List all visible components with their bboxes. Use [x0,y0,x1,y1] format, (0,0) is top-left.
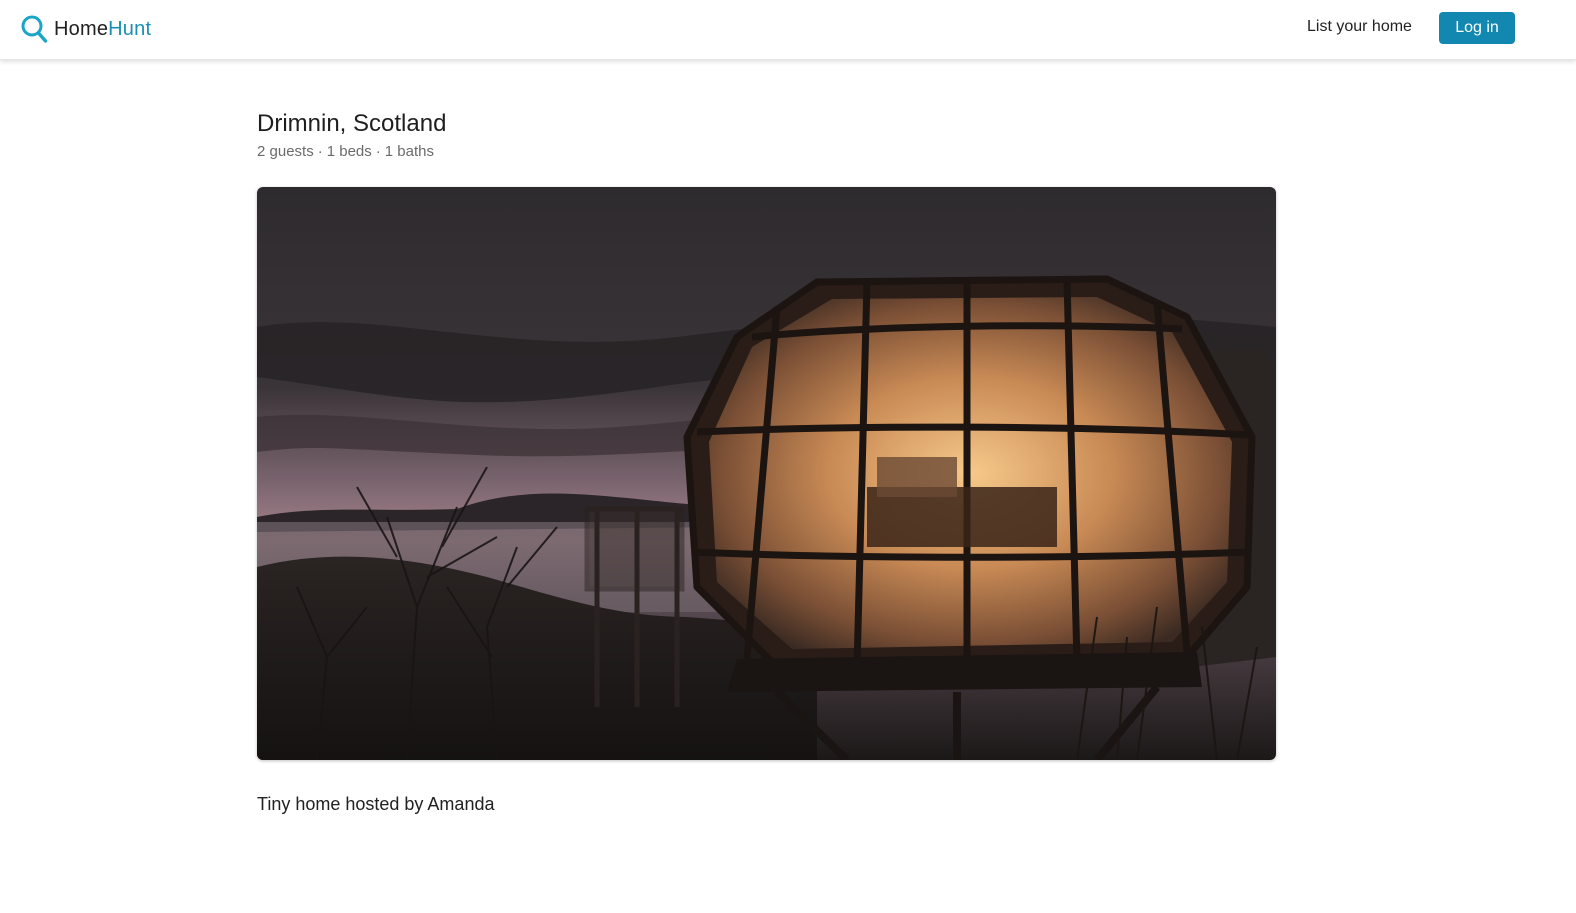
listing-photo[interactable] [257,187,1276,760]
baths-count: 1 baths [384,143,434,160]
listing-details: 2 guests · 1 beds · 1 baths [257,142,1276,162]
details-separator: · [375,143,381,160]
brand-name-home: Home [54,17,109,40]
list-your-home-link[interactable]: List your home [1307,18,1412,36]
login-button[interactable]: Log in [1439,12,1515,44]
glass-pod-photo [257,187,1276,760]
beds-count: 1 beds [326,143,372,160]
listing-title: Drimnin, Scotland [257,110,447,137]
guests-count: 2 guests [257,143,314,160]
details-separator: · [317,143,323,160]
brand-logo-link[interactable]: HomeHunt [20,13,151,45]
host-info: Tiny home hosted by Amanda [257,794,495,814]
search-icon [20,14,48,44]
brand-name-hunt: Hunt [108,17,152,40]
top-navbar: HomeHunt List your home Log in [0,0,1576,60]
listing-main: Drimnin, Scotland 2 guests · 1 beds · 1 bath… [257,108,1276,814]
brand-name: HomeHunt [54,18,151,41]
